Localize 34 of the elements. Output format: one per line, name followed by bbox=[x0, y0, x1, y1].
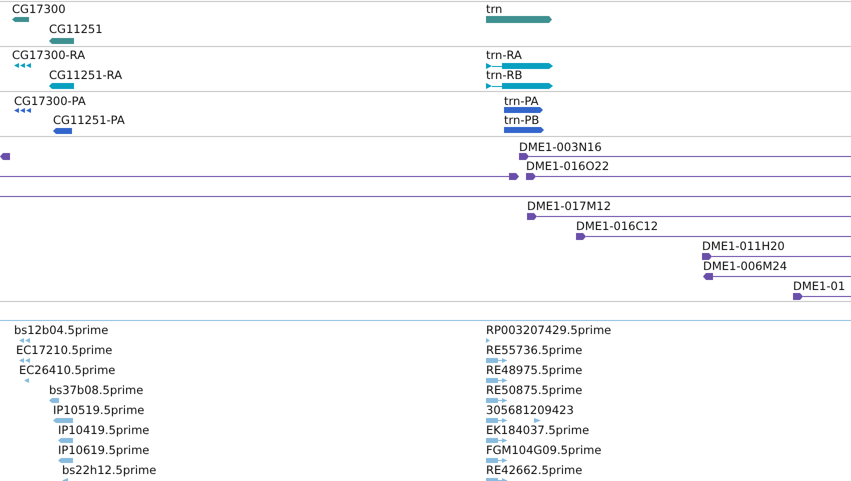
feature-label: CG17300 bbox=[12, 2, 66, 16]
feature-label: RE48975.5prime bbox=[486, 363, 582, 377]
feature-label: IP10419.5prime bbox=[58, 423, 150, 437]
feature-label: bs12b04.5prime bbox=[14, 323, 108, 337]
feature-label: RP003207429.5prime bbox=[486, 323, 612, 337]
feature-label: FGM104G09.5prime bbox=[486, 443, 602, 457]
feature-label: DME1-003N16 bbox=[519, 140, 602, 154]
feature-label: bs22h12.5prime bbox=[62, 463, 156, 477]
feature-label: IP10519.5prime bbox=[53, 403, 144, 417]
feature-label: trn bbox=[486, 2, 502, 16]
feature-label: DME1-011H20 bbox=[702, 239, 785, 253]
feature-label: trn-PB bbox=[504, 113, 540, 127]
feature-label: DME1-016C12 bbox=[576, 219, 658, 233]
feature-label: trn-PA bbox=[504, 94, 539, 108]
feature-label: CG11251-PA bbox=[53, 113, 125, 127]
feature-label: CG17300-PA bbox=[14, 94, 86, 108]
feature-label: CG17300-RA bbox=[12, 48, 86, 62]
feature-label: DME1-017M12 bbox=[527, 199, 612, 213]
feature-label: DME1-01 bbox=[793, 279, 846, 293]
feature-label: 305681209423 bbox=[486, 403, 574, 417]
feature-label: trn-RA bbox=[486, 48, 522, 62]
feature-label: RE42662.5prime bbox=[486, 463, 582, 477]
feature-label: IP10619.5prime bbox=[58, 443, 150, 457]
feature-label: trn-RB bbox=[486, 68, 522, 82]
feature-label: EK184037.5prime bbox=[486, 423, 590, 437]
feature-label: CG11251-RA bbox=[49, 68, 122, 82]
feature-label: DME1-016O22 bbox=[526, 159, 610, 173]
feature-label: RE55736.5prime bbox=[486, 343, 582, 357]
feature-label: EC26410.5prime bbox=[19, 363, 116, 377]
feature-label: RE50875.5prime bbox=[486, 383, 582, 397]
feature-label: DME1-006M24 bbox=[703, 259, 788, 273]
feature-label: CG11251 bbox=[49, 22, 103, 36]
feature-label: bs37b08.5prime bbox=[49, 383, 144, 397]
feature-label: EC17210.5prime bbox=[16, 343, 112, 357]
